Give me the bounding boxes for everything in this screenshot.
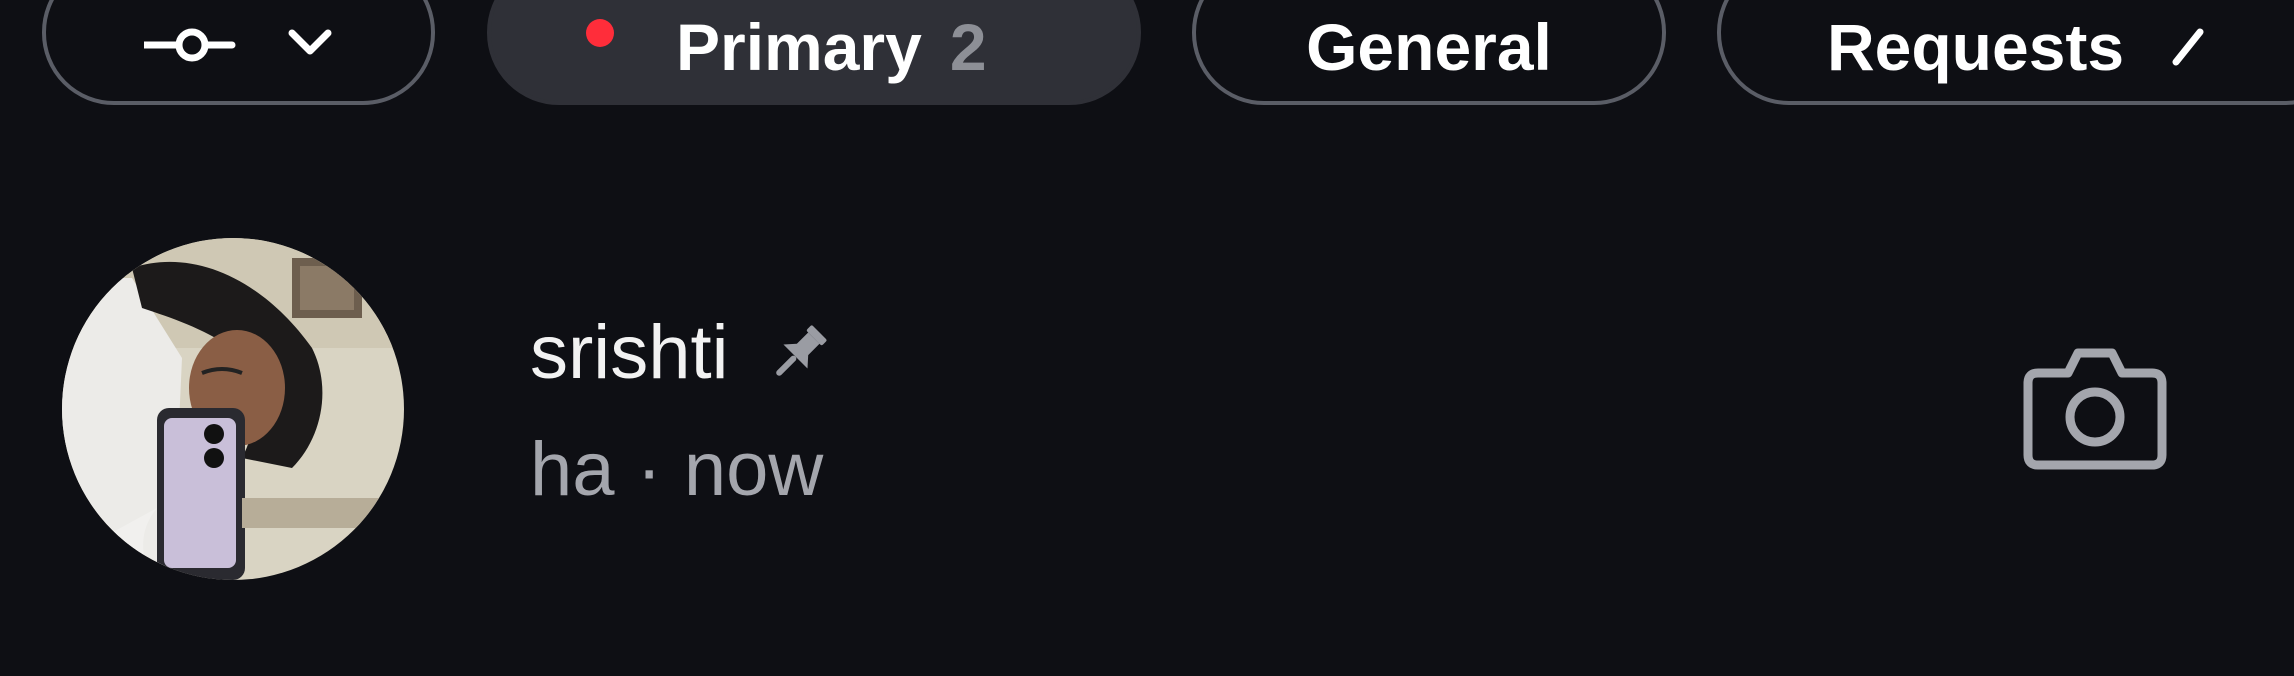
camera-button[interactable] bbox=[2020, 340, 2170, 480]
tab-requests-label: Requests bbox=[1827, 9, 2125, 84]
tab-general[interactable]: General bbox=[1192, 0, 1666, 105]
unread-dot bbox=[586, 18, 614, 47]
tab-primary[interactable]: Primary 2 bbox=[487, 0, 1141, 105]
tab-primary-count: 2 bbox=[949, 9, 987, 84]
camera-icon bbox=[2020, 343, 2170, 478]
thread-preview: ha · now bbox=[530, 432, 823, 508]
thread-name-line: srishti bbox=[530, 315, 834, 391]
chevron-down-icon bbox=[286, 25, 334, 65]
tab-requests[interactable]: Requests bbox=[1717, 0, 2294, 105]
preview-separator: · bbox=[636, 427, 662, 512]
thread-row[interactable]: srishti ha · now bbox=[0, 210, 2294, 610]
chevron-right-icon bbox=[2168, 22, 2208, 71]
last-message: ha bbox=[530, 427, 615, 512]
thread-username: srishti bbox=[530, 310, 729, 395]
pin-icon bbox=[764, 318, 834, 388]
message-time: now bbox=[683, 427, 824, 512]
filter-sort-button[interactable] bbox=[42, 0, 435, 105]
tab-general-label: General bbox=[1306, 9, 1552, 84]
filter-slider-icon bbox=[143, 25, 236, 65]
tab-primary-label: Primary bbox=[676, 9, 922, 84]
avatar[interactable] bbox=[62, 238, 404, 580]
